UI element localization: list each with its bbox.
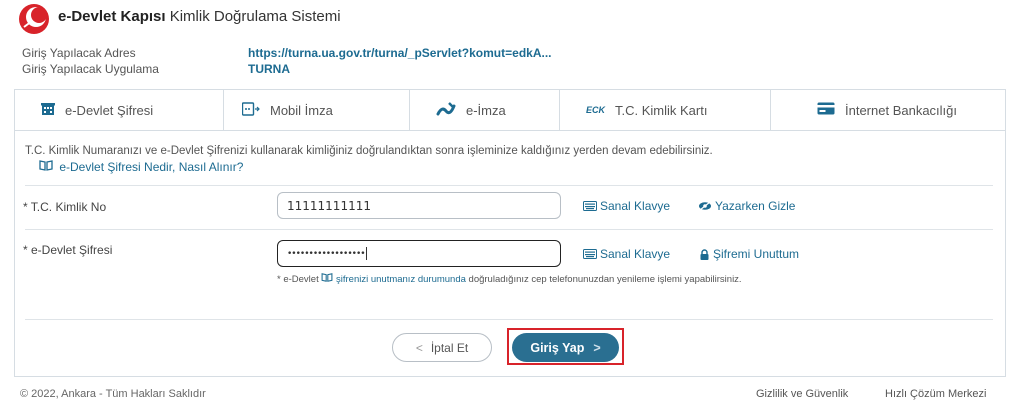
keyboard-icon [583,201,597,211]
tc-input-value: 11111111111 [287,198,371,213]
tab-label: Mobil İmza [270,102,333,118]
keyboard-icon [583,249,597,259]
virtual-keyboard-button-password[interactable]: Sanal Klavye [583,247,670,261]
forgot-password-label: Şifremi Unuttum [713,247,800,261]
tab-edevlet-password[interactable]: e-Devlet Şifresi [15,90,223,130]
login-panel: e-Devlet Şifresi Mobil İmza e-İmza ECK T… [14,89,1006,377]
book-icon [321,273,333,282]
password-input[interactable]: •••••••••••••••••• [277,240,561,267]
form-description: T.C. Kimlik Numaranızı ve e-Devlet Şifre… [25,145,713,157]
text-caret [365,247,367,260]
help-link[interactable]: e-Devlet Şifresi Nedir, Nasıl Alınır? [39,160,243,174]
building-icon [41,102,55,119]
virtual-keyboard-label: Sanal Klavye [600,247,671,261]
id-card-icon: ECK [586,105,606,115]
chevron-right-icon: > [593,340,601,355]
tc-label: * T.C. Kimlik No [23,200,107,214]
tab-label: e-İmza [466,102,506,118]
app-label: Giriş Yapılacak Uygulama [22,62,159,76]
note-link-text: şifrenizi unutmanız durumunda [336,274,466,285]
hide-while-typing-button[interactable]: Yazarken Gizle [698,199,795,213]
password-input-value: •••••••••••••••••• [287,248,366,259]
tab-label: İnternet Bankacılığı [845,102,958,118]
divider [25,185,993,186]
brand-bold: e-Devlet Kapısı [58,8,166,25]
help-link-text: e-Devlet Şifresi Nedir, Nasıl Alınır? [59,160,244,174]
login-button[interactable]: Giriş Yap > [512,333,619,362]
book-icon [39,160,53,174]
header: e-Devlet Kapısı Kimlik Doğrulama Sistemi [0,0,1014,40]
tab-label: e-Devlet Şifresi [65,102,154,118]
mobile-signature-icon [241,101,260,119]
password-note: * e-Devlet şifrenizi unutmanız durumunda… [277,273,837,287]
support-center-link[interactable]: Hızlı Çözüm Merkezi [885,388,986,400]
cancel-button[interactable]: < İptal Et [392,333,492,362]
password-label: * e-Devlet Şifresi [23,243,113,257]
login-button-label: Giriş Yap [530,340,585,355]
hide-while-typing-label: Yazarken Gizle [715,199,796,213]
divider [25,229,993,230]
copyright-text: © 2022, Ankara - Tüm Hakları Saklıdır [20,388,206,400]
note-suffix: doğruladığınız cep telefonunuzdan yenile… [468,274,742,285]
tab-mobile-signature[interactable]: Mobil İmza [223,90,409,130]
divider [25,319,993,320]
tab-internet-banking[interactable]: İnternet Bankacılığı [770,90,1005,130]
eye-slash-icon [698,201,712,211]
address-label: Giriş Yapılacak Adres [22,46,136,60]
edevlet-logo-icon [19,4,49,34]
brand-title: e-Devlet Kapısı Kimlik Doğrulama Sistemi [58,8,341,25]
credit-card-icon [817,102,835,118]
privacy-link[interactable]: Gizlilik ve Güvenlik [756,388,848,400]
lock-icon [699,248,710,260]
note-prefix: * e-Devlet [277,274,319,285]
login-method-tabs: e-Devlet Şifresi Mobil İmza e-İmza ECK T… [15,90,1005,131]
note-link[interactable]: şifrenizi unutmanız durumunda [321,273,466,285]
tab-label: T.C. Kimlik Kartı [615,102,708,118]
app-value: TURNA [248,62,290,76]
forgot-password-link[interactable]: Şifremi Unuttum [699,247,799,261]
virtual-keyboard-button-tc[interactable]: Sanal Klavye [583,199,670,213]
tc-input[interactable]: 11111111111 [277,192,561,219]
cancel-button-label: İptal Et [430,340,469,355]
virtual-keyboard-label: Sanal Klavye [600,199,671,213]
address-value: https://turna.ua.gov.tr/turna/_pServlet?… [248,46,552,60]
chevron-left-icon: < [415,340,423,355]
tab-e-signature[interactable]: e-İmza [409,90,559,130]
pen-signature-icon [436,101,456,119]
brand-rest: Kimlik Doğrulama Sistemi [169,8,341,25]
tab-id-card[interactable]: ECK T.C. Kimlik Kartı [559,90,770,130]
